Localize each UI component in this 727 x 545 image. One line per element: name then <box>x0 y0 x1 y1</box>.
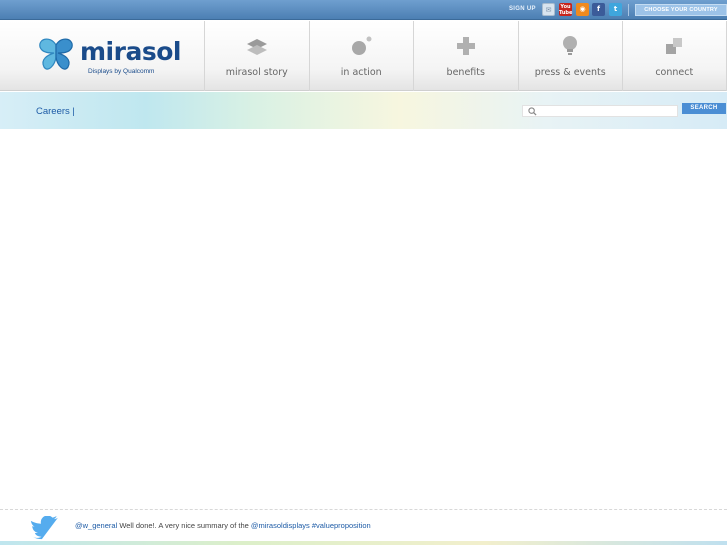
email-icon[interactable]: ✉ <box>542 3 555 16</box>
search-button[interactable]: SEARCH <box>682 103 726 114</box>
butterfly-logo-icon <box>39 38 73 70</box>
rss-icon[interactable]: ◉ <box>576 3 589 16</box>
tweet-text: Well done!. A very nice summary of the <box>117 521 251 530</box>
connect-squares-icon <box>666 38 683 54</box>
latest-tweet: @w_general Well done!. A very nice summa… <box>75 521 371 530</box>
youtube-icon[interactable]: You Tube <box>559 3 572 16</box>
nav-label: in action <box>340 67 382 78</box>
sub-navigation-bar: Careers | SEARCH <box>0 92 727 129</box>
nav-item-mirasol-story[interactable]: mirasol story <box>204 21 309 91</box>
sign-up-link[interactable]: SIGN UP <box>509 6 536 12</box>
twitter-icon[interactable]: t <box>609 3 622 16</box>
plus-icon <box>456 37 475 55</box>
layers-icon <box>246 39 267 55</box>
search-icon <box>528 107 537 116</box>
main-nav: mirasol story in action benefits press &… <box>204 21 727 91</box>
nav-item-connect[interactable]: connect <box>622 21 727 91</box>
twitter-bird-icon[interactable] <box>30 516 60 540</box>
bubbles-icon <box>352 36 372 55</box>
nav-item-in-action[interactable]: in action <box>308 21 414 91</box>
nav-label: connect <box>655 67 694 78</box>
logo-tagline: Displays by Qualcomm <box>88 68 155 75</box>
nav-label: press & events <box>534 67 606 78</box>
divider <box>628 4 629 16</box>
choose-country-button[interactable]: CHOOSE YOUR COUNTRY <box>635 4 727 16</box>
nav-item-benefits[interactable]: benefits <box>413 21 518 91</box>
careers-link[interactable]: Careers | <box>36 106 75 117</box>
logo-wordmark: mirasol <box>80 37 181 66</box>
tweet-hashtag-link[interactable]: #valueproposition <box>312 521 371 530</box>
lightbulb-icon <box>563 36 578 55</box>
footer-color-band <box>0 541 727 545</box>
tweet-handle-link[interactable]: @w_general <box>75 521 117 530</box>
top-utility-bar: SIGN UP ✉ You Tube ◉ f t CHOOSE YOUR COUN… <box>0 0 727 20</box>
facebook-icon[interactable]: f <box>592 3 605 16</box>
nav-item-press-events[interactable]: press & events <box>517 21 623 91</box>
nav-label: mirasol story <box>225 67 288 78</box>
nav-label: benefits <box>446 67 485 78</box>
twitter-feed-footer: @w_general Well done!. A very nice summa… <box>0 509 727 545</box>
main-header: mirasol Displays by Qualcomm mirasol sto… <box>0 21 727 91</box>
search-input[interactable] <box>522 105 678 117</box>
mirasol-logo[interactable]: mirasol Displays by Qualcomm <box>36 37 181 81</box>
tweet-mention-link[interactable]: @mirasoldisplays <box>251 521 310 530</box>
